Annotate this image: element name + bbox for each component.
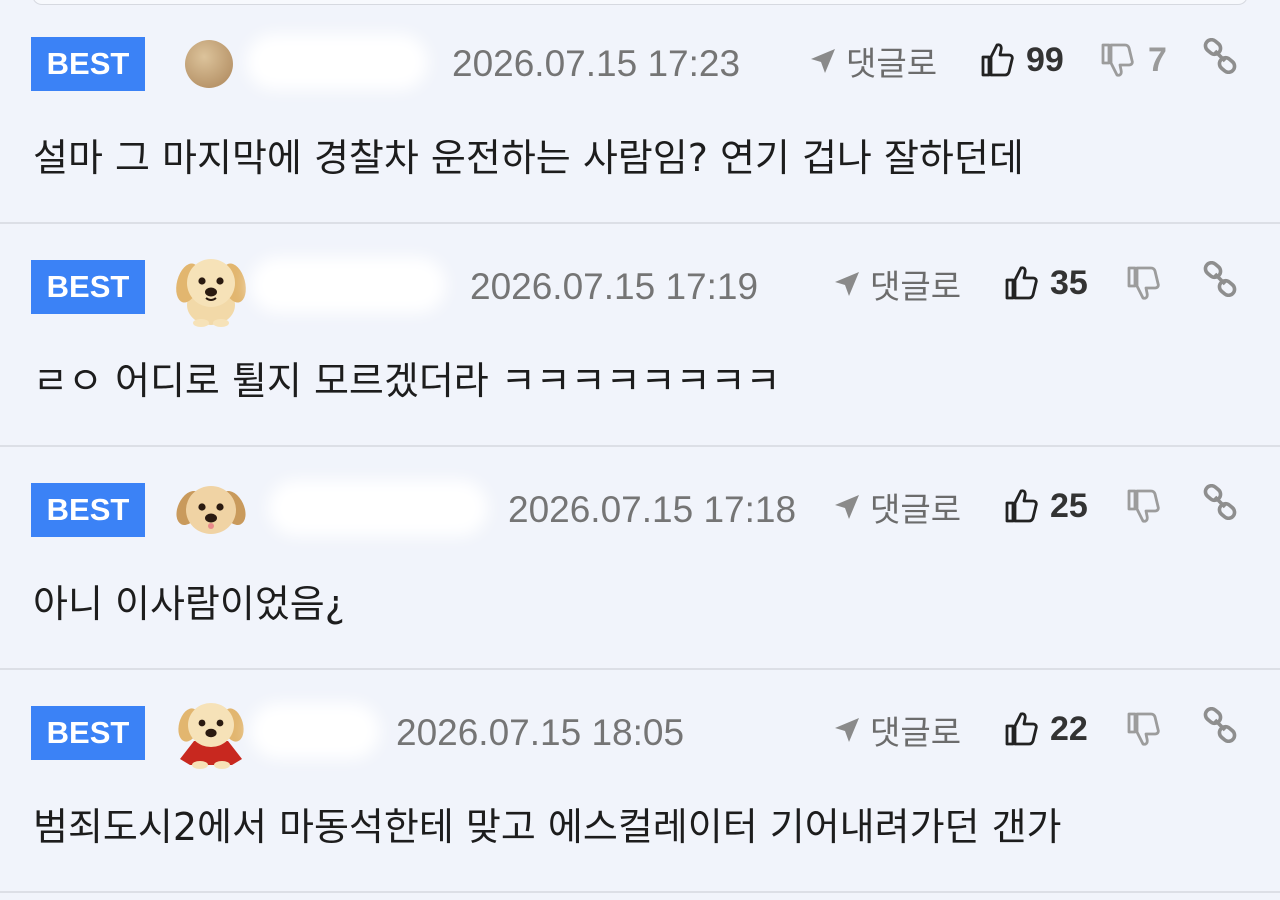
reply-label: 댓글로 xyxy=(870,490,962,529)
thumbs-up-icon xyxy=(1005,712,1038,746)
reply-button[interactable]: 댓글로 xyxy=(832,261,961,307)
reply-label: 댓글로 xyxy=(846,44,938,83)
dislike-count: 7 xyxy=(1148,40,1167,79)
like-count: 35 xyxy=(1050,263,1088,302)
thumbs-down-icon xyxy=(1127,712,1160,746)
send-arrow-icon xyxy=(835,718,859,742)
dislike-button[interactable] xyxy=(1126,706,1174,752)
thumbs-down-icon xyxy=(1127,266,1160,300)
comment-date: 2026.07.15 17:18 xyxy=(508,489,797,530)
comment-date: 2026.07.15 17:19 xyxy=(470,266,759,307)
round-beige-avatar-icon[interactable] xyxy=(170,22,252,104)
puppy-avatar-icon[interactable] xyxy=(170,468,252,550)
comment-date: 2026.07.15 18:05 xyxy=(396,712,685,753)
like-count: 22 xyxy=(1050,709,1088,748)
comment-item: BEST 2026.07.15 18:05 댓글로 22 범죄도시2에서 마동석… xyxy=(0,671,1280,893)
dislike-button[interactable] xyxy=(1126,483,1174,529)
reply-button[interactable]: 댓글로 xyxy=(832,707,961,753)
send-arrow-icon xyxy=(811,49,835,73)
like-button[interactable]: 99 xyxy=(980,37,1064,83)
like-count: 25 xyxy=(1050,486,1088,525)
like-button[interactable]: 25 xyxy=(1004,483,1088,529)
best-badge: BEST xyxy=(31,37,145,91)
comment-text: ㄹㅇ 어디로 튈지 모르겠더라 ㅋㅋㅋㅋㅋㅋㅋㅋ xyxy=(33,359,781,403)
like-count: 99 xyxy=(1026,40,1064,79)
like-button[interactable]: 22 xyxy=(1004,706,1088,752)
reply-label: 댓글로 xyxy=(870,713,962,752)
comment-item: BEST 2026.07.15 17:18 댓글로 25 아니 이사람이었음¿ xyxy=(0,448,1280,670)
link-icon[interactable] xyxy=(1202,37,1238,78)
reply-button[interactable]: 댓글로 xyxy=(808,38,937,84)
link-icon[interactable] xyxy=(1202,260,1238,301)
comment-text: 설마 그 마지막에 경찰차 운전하는 사람임? 연기 겁나 잘하던데 xyxy=(33,136,1024,180)
thumbs-up-icon xyxy=(1005,489,1038,523)
reply-label: 댓글로 xyxy=(870,267,962,306)
blurred-nickname xyxy=(246,34,428,90)
link-icon[interactable] xyxy=(1202,706,1238,747)
thumbs-down-icon xyxy=(1101,43,1134,77)
best-badge: BEST xyxy=(31,260,145,314)
thumbs-down-icon xyxy=(1127,489,1160,523)
puppy-with-red-cape-avatar-icon[interactable] xyxy=(170,691,252,773)
thumbs-up-icon xyxy=(981,43,1014,77)
thumbs-up-icon xyxy=(1005,266,1038,300)
blurred-nickname xyxy=(268,480,488,536)
comment-item: BEST 2026.07.15 17:23 댓글로 99 7 설마 그 마지막에… xyxy=(0,2,1280,224)
puppy-avatar-icon[interactable] xyxy=(170,245,252,327)
best-badge: BEST xyxy=(31,483,145,537)
blurred-nickname xyxy=(250,257,446,313)
comment-text: 아니 이사람이었음¿ xyxy=(33,582,345,626)
dislike-button[interactable]: 7 xyxy=(1100,37,1167,83)
blurred-nickname xyxy=(250,703,380,759)
comment-item: BEST 2026.07.15 17:19 댓글로 35 ㄹㅇ 어디로 튈지 모… xyxy=(0,225,1280,447)
dislike-button[interactable] xyxy=(1126,260,1174,306)
send-arrow-icon xyxy=(835,272,859,296)
reply-button[interactable]: 댓글로 xyxy=(832,484,961,530)
like-button[interactable]: 35 xyxy=(1004,260,1088,306)
send-arrow-icon xyxy=(835,495,859,519)
comment-date: 2026.07.15 17:23 xyxy=(452,43,741,84)
best-badge: BEST xyxy=(31,706,145,760)
link-icon[interactable] xyxy=(1202,483,1238,524)
comment-text: 범죄도시2에서 마동석한테 맞고 에스컬레이터 기어내려가던 갠가 xyxy=(33,805,1062,849)
